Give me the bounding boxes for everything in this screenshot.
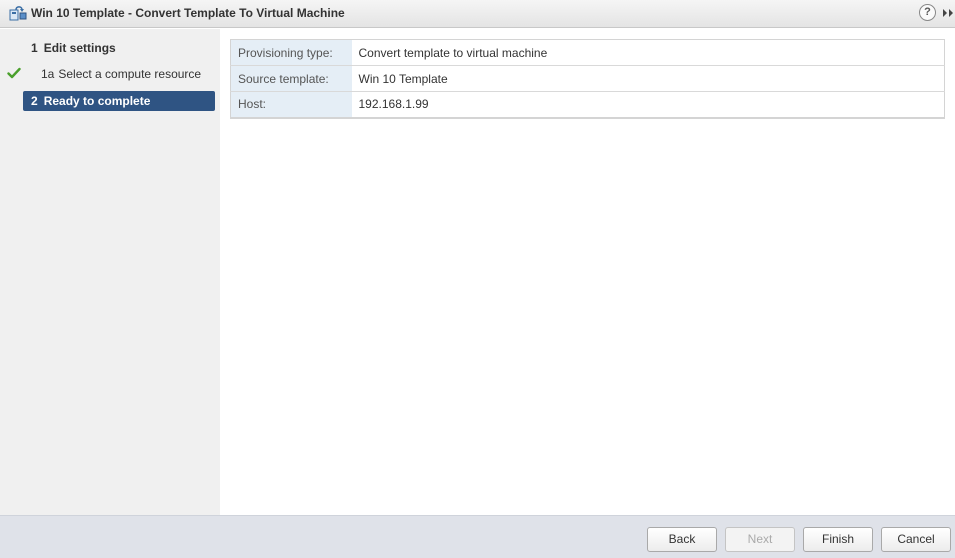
step-label: Select a compute resource: [58, 67, 202, 81]
step-edit-settings[interactable]: 1 Edit settings: [31, 38, 116, 58]
next-button[interactable]: Next: [725, 527, 795, 552]
double-chevron-right-icon[interactable]: [942, 7, 955, 19]
summary-value: 192.168.1.99: [351, 91, 945, 118]
dialog-title: Win 10 Template - Convert Template To Vi…: [31, 6, 345, 20]
cancel-button[interactable]: Cancel: [881, 527, 951, 552]
summary-value: Convert template to virtual machine: [358, 45, 548, 60]
finish-button[interactable]: Finish: [803, 527, 873, 552]
step-number: 2: [31, 94, 38, 108]
summary-table: Provisioning type: Convert template to v…: [230, 39, 945, 119]
table-row: Source template: Win 10 Template: [230, 65, 945, 92]
step-ready-to-complete[interactable]: 2 Ready to complete: [23, 91, 215, 111]
table-row: Provisioning type: Convert template to v…: [230, 39, 945, 66]
step-number: 1a: [41, 67, 55, 81]
summary-key: Host:: [230, 91, 352, 118]
ready-to-complete-page: Provisioning type: Convert template to v…: [220, 29, 955, 515]
vm-template-convert-icon: [9, 5, 27, 21]
dialog-title-bar: Win 10 Template - Convert Template To Vi…: [0, 0, 955, 28]
checkmark-icon: [7, 67, 21, 79]
table-row: Host: 192.168.1.99: [230, 91, 945, 118]
step-select-compute-resource[interactable]: 1a Select a compute resource: [41, 64, 201, 84]
step-label: Ready to complete: [43, 94, 151, 108]
step-label: Edit settings: [43, 41, 116, 55]
wizard-steps-panel: 1 Edit settings 1a Select a compute resour…: [0, 29, 220, 515]
summary-key: Source template:: [230, 65, 352, 92]
step-number: 1: [31, 41, 38, 55]
back-button[interactable]: Back: [647, 527, 717, 552]
help-icon[interactable]: ?: [919, 4, 936, 21]
wizard-footer: Back Next Finish Cancel: [0, 515, 955, 558]
summary-value: Win 10 Template: [351, 65, 945, 92]
summary-key: Provisioning type:: [230, 39, 352, 66]
